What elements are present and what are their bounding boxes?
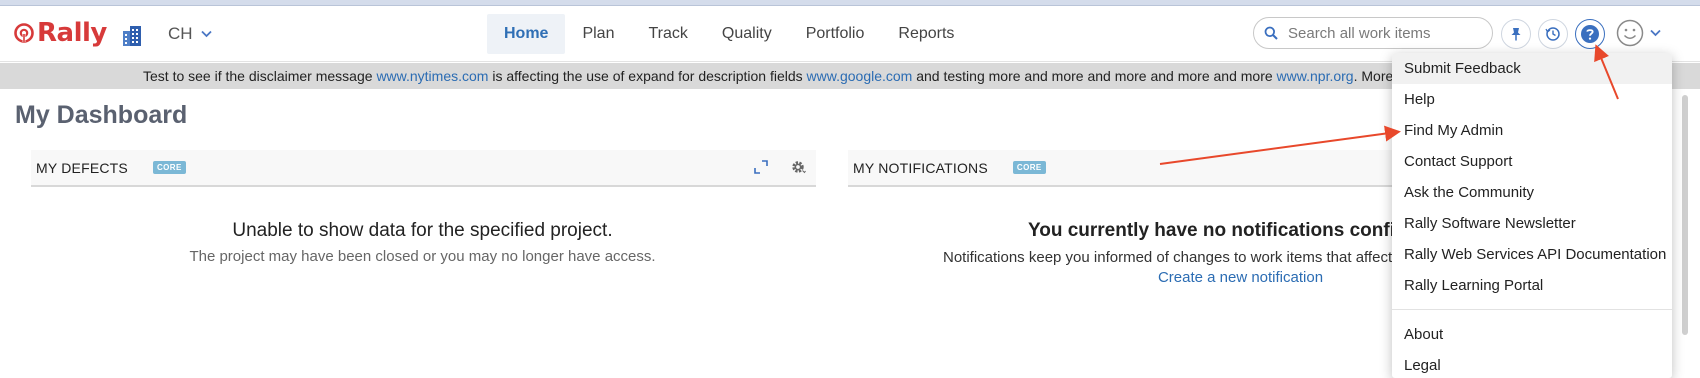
tab-portfolio[interactable]: Portfolio bbox=[789, 14, 882, 54]
building-icon[interactable] bbox=[122, 25, 142, 47]
panel-tools bbox=[754, 159, 806, 175]
workspace-name: CH bbox=[168, 24, 193, 43]
menu-item-contact-support[interactable]: Contact Support bbox=[1392, 146, 1672, 177]
menu-item-find-my-admin[interactable]: Find My Admin bbox=[1392, 115, 1672, 146]
disclaimer-link-nytimes[interactable]: www.nytimes.com bbox=[376, 68, 488, 84]
help-menu-button[interactable] bbox=[1575, 19, 1605, 49]
app-name: Rally bbox=[37, 18, 107, 48]
main-tabs: Home Plan Track Quality Portfolio Report… bbox=[487, 14, 971, 54]
core-badge: CORE bbox=[152, 161, 186, 174]
tab-home[interactable]: Home bbox=[487, 14, 566, 54]
pin-icon bbox=[1511, 28, 1521, 41]
recent-history-button[interactable] bbox=[1538, 19, 1568, 49]
my-defects-title: MY DEFECTS bbox=[36, 159, 128, 176]
tab-plan[interactable]: Plan bbox=[565, 14, 631, 54]
empty-message: Unable to show data for the specified pr… bbox=[232, 220, 613, 241]
rally-logo[interactable]: Rally bbox=[14, 18, 107, 48]
gear-icon[interactable] bbox=[790, 159, 806, 175]
search-box bbox=[1253, 17, 1493, 49]
my-notifications-title: MY NOTIFICATIONS bbox=[853, 159, 988, 176]
history-icon bbox=[1545, 27, 1560, 41]
pin-button[interactable] bbox=[1501, 19, 1531, 49]
core-badge: CORE bbox=[1012, 161, 1046, 174]
expand-icon[interactable] bbox=[754, 160, 768, 174]
chevron-down-icon bbox=[1650, 29, 1661, 37]
menu-item-legal[interactable]: Legal bbox=[1392, 350, 1672, 378]
workspace-selector[interactable]: CH bbox=[168, 24, 212, 44]
menu-item-ask-community[interactable]: Ask the Community bbox=[1392, 177, 1672, 208]
disclaimer-text: and testing more and more and more and m… bbox=[912, 68, 1277, 84]
tab-quality[interactable]: Quality bbox=[705, 14, 789, 54]
my-defects-header: MY DEFECTS CORE bbox=[31, 150, 816, 187]
menu-item-api-docs[interactable]: Rally Web Services API Documentation bbox=[1392, 239, 1672, 270]
menu-item-newsletter[interactable]: Rally Software Newsletter bbox=[1392, 208, 1672, 239]
disclaimer-text: is affecting the use of expand for descr… bbox=[488, 68, 807, 84]
help-dropdown-menu: Submit Feedback Help Find My Admin Conta… bbox=[1392, 53, 1672, 378]
smiley-avatar-icon bbox=[1616, 19, 1644, 47]
chevron-down-icon bbox=[200, 30, 212, 38]
help-icon bbox=[1581, 25, 1599, 43]
menu-item-about[interactable]: About bbox=[1392, 319, 1672, 350]
page-scrollbar[interactable] bbox=[1682, 95, 1688, 335]
search-icon bbox=[1264, 26, 1278, 40]
tab-reports[interactable]: Reports bbox=[881, 14, 971, 54]
menu-divider bbox=[1392, 309, 1672, 310]
search-input[interactable] bbox=[1288, 24, 1478, 42]
page-title: My Dashboard bbox=[15, 101, 188, 129]
menu-item-help[interactable]: Help bbox=[1392, 84, 1672, 115]
user-menu[interactable] bbox=[1616, 19, 1661, 47]
rally-logo-icon bbox=[14, 23, 34, 43]
menu-item-learning-portal[interactable]: Rally Learning Portal bbox=[1392, 270, 1672, 301]
disclaimer-link-google[interactable]: www.google.com bbox=[807, 68, 913, 84]
my-notifications-header: MY NOTIFICATIONS CORE bbox=[848, 150, 1402, 187]
empty-subtext: The project may have been closed or you … bbox=[189, 248, 656, 265]
my-defects-empty-state: Unable to show data for the specified pr… bbox=[31, 220, 814, 265]
menu-item-submit-feedback[interactable]: Submit Feedback bbox=[1392, 53, 1672, 84]
disclaimer-text: Test to see if the disclaimer message bbox=[143, 68, 377, 84]
tab-track[interactable]: Track bbox=[631, 14, 704, 54]
disclaimer-link-npr[interactable]: www.npr.org bbox=[1277, 68, 1354, 84]
